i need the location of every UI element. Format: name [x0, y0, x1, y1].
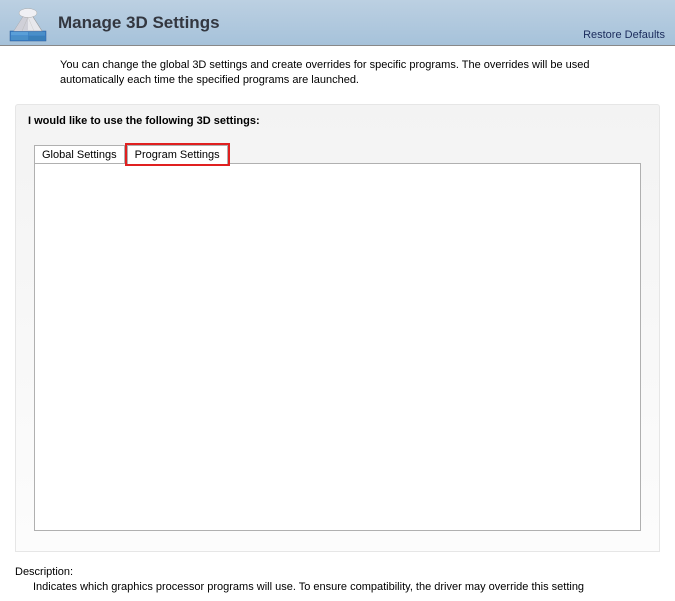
tab-program-settings[interactable]: Program Settings	[127, 145, 228, 164]
settings-panel: I would like to use the following 3D set…	[15, 104, 660, 552]
settings-3d-icon	[8, 3, 48, 43]
restore-defaults-link[interactable]: Restore Defaults	[583, 29, 665, 41]
page-description: You can change the global 3D settings an…	[0, 46, 675, 96]
footer-description: Description: Indicates which graphics pr…	[0, 552, 675, 593]
tab-global-settings[interactable]: Global Settings	[34, 145, 125, 164]
footer-description-label: Description:	[15, 566, 660, 578]
footer-description-text: Indicates which graphics processor progr…	[15, 581, 660, 593]
header-bar: Manage 3D Settings Restore Defaults	[0, 0, 675, 46]
tab-content	[34, 163, 641, 531]
tabs-container: Global Settings Program Settings	[34, 145, 641, 164]
page-title: Manage 3D Settings	[58, 13, 220, 33]
settings-prompt: I would like to use the following 3D set…	[16, 105, 659, 145]
